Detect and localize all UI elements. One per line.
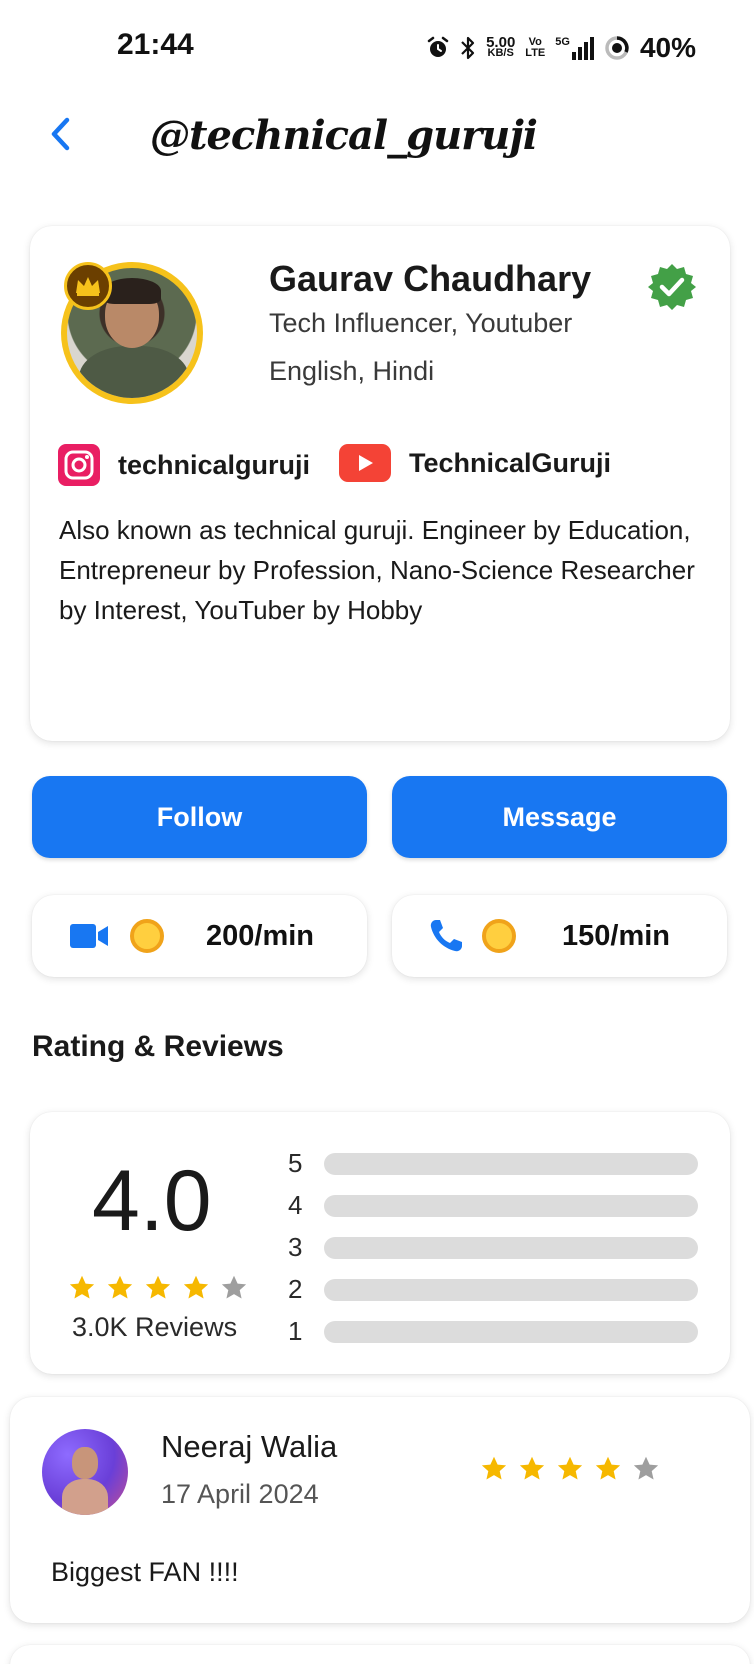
reviewer-avatar[interactable] bbox=[42, 1429, 128, 1515]
status-icons: 5.00 KB/S Vo LTE 5G 40% bbox=[426, 32, 696, 64]
reviewer-name: Neeraj Walia bbox=[161, 1429, 338, 1464]
rating-level-label: 2 bbox=[288, 1274, 303, 1304]
star-filled-icon bbox=[481, 1456, 507, 1480]
review-text: Biggest FAN !!!! bbox=[51, 1557, 239, 1587]
star-filled-icon bbox=[183, 1275, 209, 1299]
crown-icon bbox=[64, 262, 112, 310]
bluetooth-icon bbox=[461, 36, 475, 60]
average-stars bbox=[68, 1274, 248, 1302]
rating-bar-track bbox=[324, 1236, 698, 1259]
rating-bar-track bbox=[324, 1278, 698, 1301]
status-bar: 21:44 5.00 KB/S Vo LTE 5G 40% bbox=[0, 0, 754, 95]
follow-button[interactable]: Follow bbox=[32, 776, 367, 858]
alarm-icon bbox=[427, 36, 449, 57]
star-filled-icon bbox=[519, 1456, 545, 1480]
battery-percent: 40% bbox=[639, 32, 696, 63]
star-empty-icon bbox=[633, 1456, 659, 1480]
video-camera-icon bbox=[70, 924, 108, 948]
back-button[interactable] bbox=[40, 114, 80, 154]
top-app-bar: @technical_guruji bbox=[0, 100, 754, 180]
review-card[interactable]: Neeraj Walia 17 April 2024 Biggest FAN !… bbox=[10, 1397, 750, 1623]
star-filled-icon bbox=[145, 1275, 171, 1299]
rating-level-label: 5 bbox=[288, 1148, 303, 1178]
video-call-rate[interactable]: 200/min bbox=[32, 895, 367, 977]
star-filled-icon bbox=[107, 1275, 133, 1299]
average-rating: 4.0 bbox=[92, 1153, 212, 1249]
next-review-card[interactable] bbox=[10, 1645, 750, 1664]
call-rate-value: 150/min bbox=[562, 919, 670, 952]
star-filled-icon bbox=[69, 1275, 95, 1299]
message-button[interactable]: Message bbox=[392, 776, 727, 858]
star-empty-icon bbox=[221, 1275, 247, 1299]
verified-badge-icon bbox=[648, 264, 696, 310]
voice-call-rate[interactable]: 150/min bbox=[392, 895, 727, 977]
review-date: 17 April 2024 bbox=[161, 1479, 319, 1509]
phone-icon bbox=[430, 920, 462, 952]
rating-level-label: 4 bbox=[288, 1190, 303, 1220]
ratings-section-title: Rating & Reviews bbox=[32, 1030, 284, 1063]
rating-bar-track bbox=[324, 1194, 698, 1217]
profile-card: Gaurav Chaudhary Tech Influencer, Youtub… bbox=[30, 226, 730, 741]
coin-icon bbox=[130, 919, 164, 953]
rating-bar-track bbox=[324, 1320, 698, 1343]
rating-bar-track bbox=[324, 1152, 698, 1175]
profile-bio: Also known as technical guruji. Engineer… bbox=[59, 515, 695, 625]
rating-bar-2: 2 bbox=[288, 1274, 698, 1305]
profile-handle: @technical_guruji bbox=[150, 112, 538, 159]
net-speed: 5.00 KB/S bbox=[486, 34, 516, 59]
profile-name: Gaurav Chaudhary bbox=[269, 258, 592, 299]
rating-bar-1: 1 bbox=[288, 1316, 698, 1347]
video-rate-value: 200/min bbox=[206, 919, 314, 952]
instagram-link[interactable]: technicalguruji bbox=[58, 444, 310, 486]
status-time: 21:44 bbox=[117, 28, 194, 61]
profile-languages: English, Hindi bbox=[269, 356, 435, 386]
coin-icon bbox=[482, 919, 516, 953]
star-filled-icon bbox=[557, 1456, 583, 1480]
review-stars bbox=[480, 1455, 660, 1483]
battery-ring-icon bbox=[605, 36, 629, 60]
youtube-link[interactable]: TechnicalGuruji bbox=[339, 444, 611, 482]
instagram-icon bbox=[58, 444, 100, 486]
profile-title: Tech Influencer, Youtuber bbox=[269, 308, 573, 338]
star-filled-icon bbox=[595, 1456, 621, 1480]
review-count: 3.0K Reviews bbox=[72, 1312, 238, 1342]
rating-level-label: 1 bbox=[288, 1316, 303, 1346]
rating-bar-4: 4 bbox=[288, 1190, 698, 1221]
youtube-channel: TechnicalGuruji bbox=[409, 447, 612, 478]
volte-indicator: Vo LTE bbox=[525, 36, 546, 59]
rating-level-label: 3 bbox=[288, 1232, 303, 1262]
chevron-left-icon bbox=[51, 117, 70, 151]
signal-icon: 5G bbox=[555, 36, 594, 60]
rating-bar-3: 3 bbox=[288, 1232, 698, 1263]
instagram-username: technicalguruji bbox=[118, 449, 311, 480]
ratings-summary-card: 4.0 3.0K Reviews 5 4 3 2 1 bbox=[30, 1112, 730, 1374]
rating-bar-5: 5 bbox=[288, 1148, 698, 1179]
youtube-icon bbox=[339, 444, 391, 482]
